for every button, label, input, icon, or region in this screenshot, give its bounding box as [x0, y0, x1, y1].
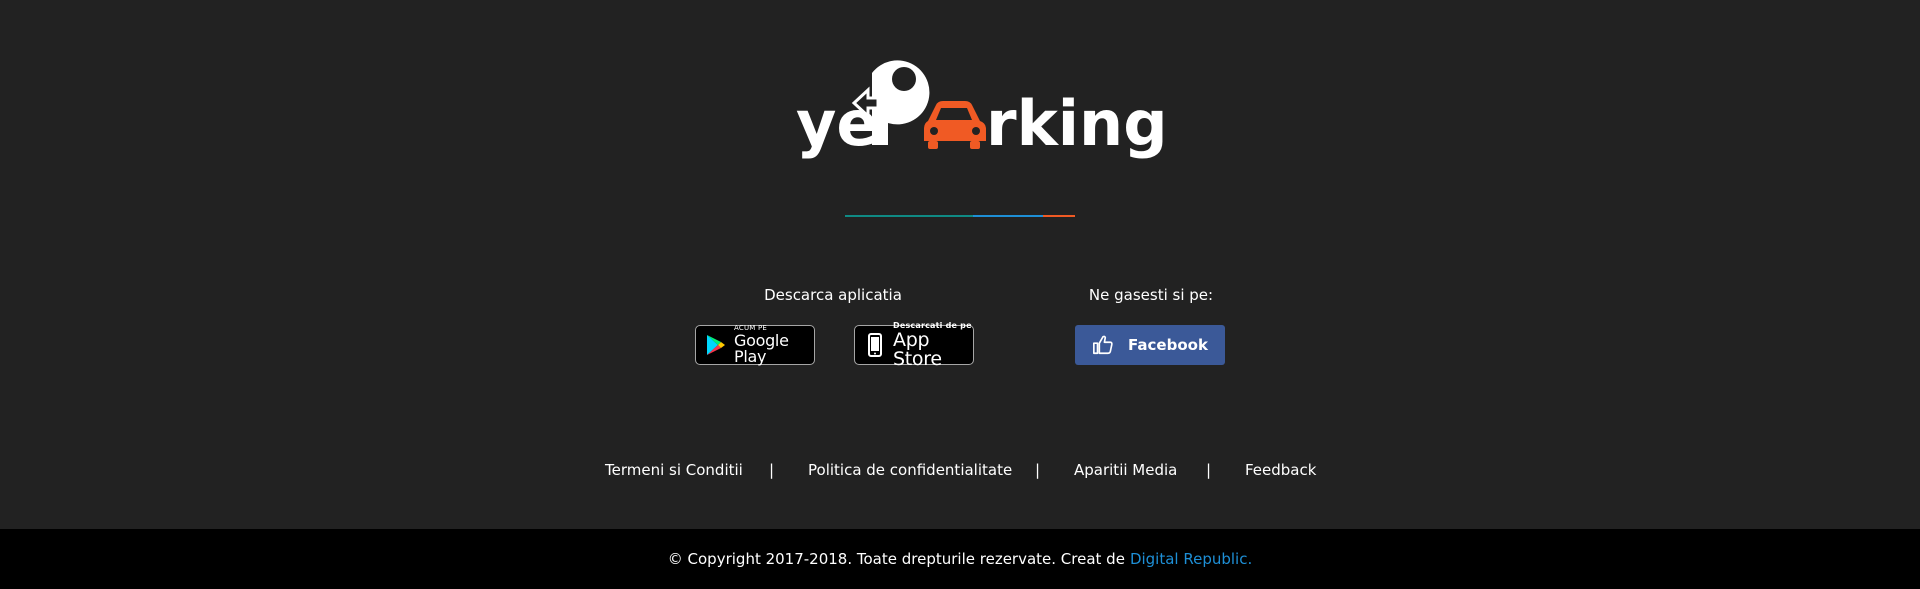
terms-link[interactable]: Termeni si Conditii — [605, 461, 743, 479]
divider-segment-teal — [845, 215, 973, 217]
app-store-label: App Store — [893, 328, 942, 370]
social-heading: Ne gasesti si pe: — [1088, 286, 1214, 304]
color-divider — [845, 215, 1075, 217]
footer-main: ye rking Descarca aplicatia ACUM PE Goog… — [0, 0, 1920, 529]
divider-segment-orange — [1043, 215, 1075, 217]
google-play-icon — [707, 335, 725, 355]
copyright-bar: © Copyright 2017-2018. Toate drepturile … — [0, 529, 1920, 589]
thumbs-up-icon — [1093, 335, 1113, 355]
facebook-button[interactable]: Facebook — [1075, 325, 1225, 365]
yeparking-logo[interactable]: ye rking — [790, 45, 1168, 160]
digital-republic-link[interactable]: Digital Republic. — [1130, 550, 1252, 568]
link-separator: | — [1035, 461, 1041, 479]
link-separator: | — [769, 461, 775, 479]
copyright-text: © Copyright 2017-2018. Toate drepturile … — [667, 550, 1125, 568]
google-play-badge[interactable]: ACUM PE Google Play — [695, 325, 815, 365]
link-separator: | — [1206, 461, 1212, 479]
media-link[interactable]: Aparitii Media — [1074, 461, 1177, 479]
app-store-texts: Descarcati de pe App Store — [893, 321, 973, 370]
car-icon — [924, 101, 986, 149]
privacy-link[interactable]: Politica de confidentialitate — [808, 461, 1012, 479]
phone-icon — [868, 333, 882, 357]
divider-segment-blue — [973, 215, 1043, 217]
footer-links: Termeni si Conditii | Politica de confid… — [0, 461, 1920, 481]
download-heading: Descarca aplicatia — [764, 286, 902, 304]
google-play-texts: ACUM PE Google Play — [734, 325, 814, 365]
google-play-label: Google Play — [734, 331, 789, 366]
logo-graphic: ye rking — [796, 60, 1168, 160]
facebook-label: Facebook — [1128, 336, 1208, 354]
app-store-badge[interactable]: Descarcati de pe App Store — [854, 321, 974, 368]
logo-text-right: rking — [986, 87, 1168, 160]
feedback-link[interactable]: Feedback — [1245, 461, 1316, 479]
